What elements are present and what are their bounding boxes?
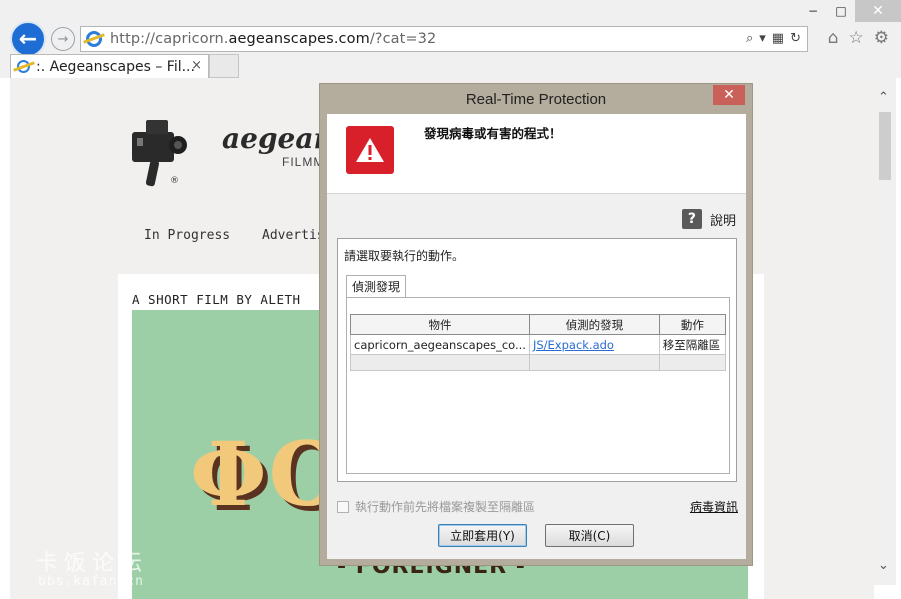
cancel-button[interactable]: 取消(C) bbox=[545, 524, 634, 547]
page-scrollbar[interactable]: ⌃ ⌄ bbox=[874, 78, 896, 585]
action-panel: 請選取要執行的動作。 偵測發現 物件 偵測的發現 動作 capricorn_ae… bbox=[337, 238, 737, 482]
copy-to-quarantine-checkbox bbox=[337, 500, 349, 513]
help-question-icon: ? bbox=[681, 209, 702, 229]
address-bar[interactable]: http://capricorn.aegeanscapes.com/?cat=3… bbox=[80, 26, 808, 52]
home-icon[interactable]: ⌂ bbox=[828, 28, 839, 48]
url-host: aegeanscapes.com bbox=[228, 31, 370, 47]
tab-favicon-icon bbox=[17, 60, 30, 73]
window-controls: − □ ✕ bbox=[799, 0, 901, 22]
alert-message: 發現病毒或有害的程式！ bbox=[424, 126, 562, 141]
window-close-button[interactable]: ✕ bbox=[855, 0, 901, 22]
url-suffix: /?cat=32 bbox=[369, 31, 437, 47]
registered-mark: ® bbox=[170, 176, 179, 186]
copy-to-quarantine-option: 執行動作前先將檔案複製至隔離區 bbox=[337, 498, 535, 515]
scroll-up-icon[interactable]: ⌃ bbox=[878, 90, 889, 105]
back-arrow-icon[interactable]: ← bbox=[10, 21, 46, 57]
help-link[interactable]: ? 說明 bbox=[681, 209, 736, 229]
action-prompt: 請選取要執行的動作。 bbox=[344, 249, 465, 263]
table-header-row: 物件 偵測的發現 動作 bbox=[350, 314, 727, 335]
help-label: 說明 bbox=[709, 213, 736, 229]
search-icon[interactable]: ⌕ bbox=[746, 31, 753, 46]
toolbar-right: ⌂ ☆ ⚙ bbox=[828, 28, 889, 48]
alert-banner: 發現病毒或有害的程式！ bbox=[327, 114, 746, 194]
virus-info-link[interactable]: 病毒資訊 bbox=[690, 498, 738, 515]
browser-tab[interactable]: :. Aegeanscapes – Fil... × bbox=[10, 54, 209, 78]
dialog-title: Real-Time Protection bbox=[465, 90, 607, 108]
nav-link-in-progress[interactable]: In Progress bbox=[144, 228, 230, 243]
detections-table: 物件 偵測的發現 動作 capricorn_aegeanscapes_co...… bbox=[350, 314, 727, 371]
minimize-button[interactable]: − bbox=[799, 0, 827, 22]
table-empty-row bbox=[350, 354, 727, 371]
scroll-thumb[interactable] bbox=[879, 112, 891, 180]
brand-subtitle: FILMM bbox=[282, 155, 325, 169]
copy-to-quarantine-label: 執行動作前先將檔案複製至隔離區 bbox=[355, 500, 536, 514]
settings-gear-icon[interactable]: ⚙ bbox=[874, 28, 889, 48]
refresh-icon[interactable]: ↻ bbox=[790, 31, 801, 46]
favorites-star-icon[interactable]: ☆ bbox=[849, 28, 864, 48]
column-header-object[interactable]: 物件 bbox=[350, 314, 530, 335]
dialog-body: 發現病毒或有害的程式！ ? 說明 請選取要執行的動作。 偵測發現 物件 偵測的發… bbox=[327, 114, 746, 559]
compat-icon[interactable]: ▦ bbox=[772, 31, 784, 46]
tab-close-icon[interactable]: × bbox=[191, 58, 202, 73]
scroll-down-icon[interactable]: ⌄ bbox=[878, 558, 889, 573]
search-dropdown-icon[interactable]: ▾ bbox=[759, 31, 766, 46]
url-text: http://capricorn.aegeanscapes.com/?cat=3… bbox=[110, 31, 436, 47]
tab-title: :. Aegeanscapes – Fil... bbox=[36, 58, 195, 75]
nav-link-advertising[interactable]: Advertis bbox=[262, 228, 325, 243]
url-prefix: http://capricorn. bbox=[110, 31, 229, 47]
watermark-url: bbs.kafan.cn bbox=[38, 574, 144, 589]
tab-detections[interactable]: 偵測發現 bbox=[346, 275, 406, 297]
new-tab-button[interactable] bbox=[209, 54, 239, 78]
cell-action[interactable]: 移至隔離區 bbox=[658, 334, 727, 355]
ie-logo-icon bbox=[86, 31, 102, 47]
cell-object: capricorn_aegeanscapes_co... bbox=[350, 334, 530, 355]
watermark-title: 卡饭论坛 bbox=[36, 551, 149, 576]
maximize-button[interactable]: □ bbox=[827, 0, 855, 22]
forward-arrow-icon[interactable]: → bbox=[51, 27, 75, 51]
detections-tab-page: 物件 偵測的發現 動作 capricorn_aegeanscapes_co...… bbox=[346, 297, 730, 474]
brand-logo-text[interactable]: aegear bbox=[222, 122, 328, 155]
cell-detection-link[interactable]: JS/Expack.ado bbox=[528, 334, 660, 355]
movie-camera-logo-icon bbox=[132, 120, 187, 187]
warning-icon bbox=[346, 126, 394, 174]
table-row[interactable]: capricorn_aegeanscapes_co... JS/Expack.a… bbox=[350, 334, 727, 355]
post-byline: A SHORT FILM BY ALETH bbox=[132, 292, 301, 307]
browser-chrome: − □ ✕ ← → http://capricorn.aegeanscapes.… bbox=[0, 0, 901, 78]
column-header-action[interactable]: 動作 bbox=[658, 314, 727, 335]
apply-now-button[interactable]: 立即套用(Y) bbox=[438, 524, 527, 547]
real-time-protection-dialog: Real-Time Protection ✕ 發現病毒或有害的程式！ ? 說明 … bbox=[319, 83, 753, 566]
address-tools: ⌕ ▾ ▦ ↻ bbox=[746, 31, 801, 46]
column-header-detection[interactable]: 偵測的發現 bbox=[528, 314, 660, 335]
dialog-close-button[interactable]: ✕ bbox=[713, 85, 745, 105]
